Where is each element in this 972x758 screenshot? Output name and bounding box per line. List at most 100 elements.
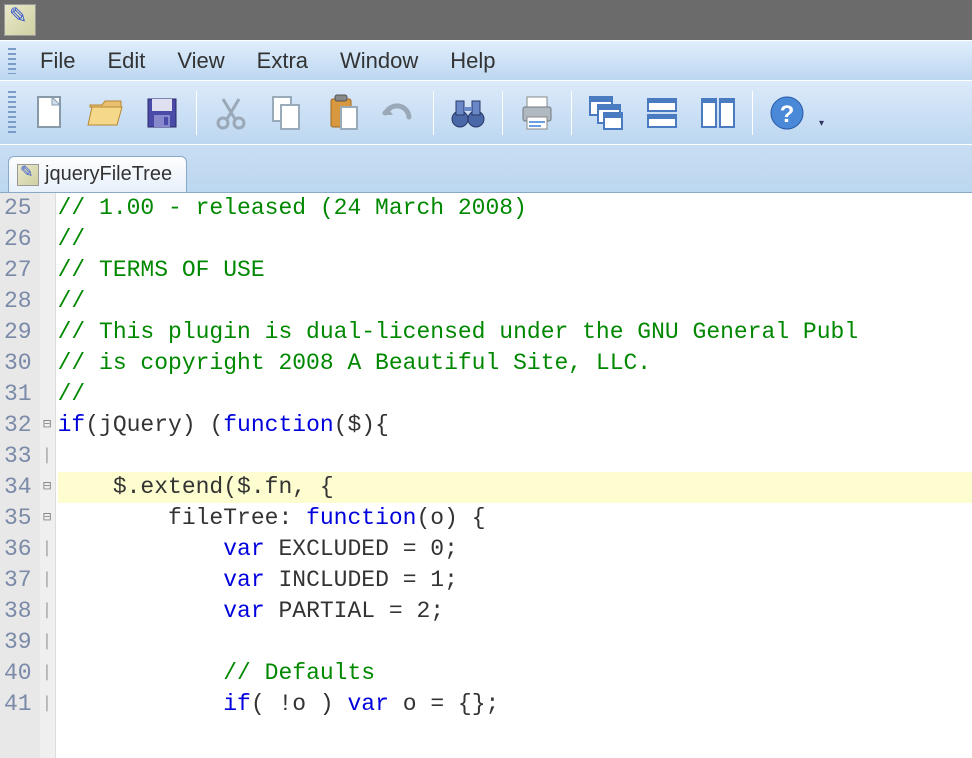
fold-marker[interactable]: ⊟: [40, 503, 55, 534]
help-button[interactable]: ?: [761, 87, 813, 139]
file-tab-icon: [17, 164, 39, 186]
code-line[interactable]: // TERMS OF USE: [58, 255, 972, 286]
code-area[interactable]: // 1.00 - released (24 March 2008)//// T…: [56, 193, 972, 758]
fold-marker[interactable]: ⊟: [40, 472, 55, 503]
menubar: File Edit View Extra Window Help: [0, 40, 972, 80]
toolbar-sep: [502, 91, 503, 135]
fold-marker: [40, 286, 55, 317]
toolbar-grip[interactable]: [8, 91, 16, 135]
code-line[interactable]: var INCLUDED = 1;: [58, 565, 972, 596]
code-line[interactable]: //: [58, 224, 972, 255]
code-line[interactable]: fileTree: function(o) {: [58, 503, 972, 534]
fold-marker: [40, 193, 55, 224]
line-number[interactable]: 26: [4, 224, 32, 255]
code-line[interactable]: var PARTIAL = 2;: [58, 596, 972, 627]
open-button[interactable]: [80, 87, 132, 139]
cascade-windows-icon: [586, 93, 626, 133]
line-number[interactable]: 25: [4, 193, 32, 224]
code-line[interactable]: var EXCLUDED = 0;: [58, 534, 972, 565]
fold-marker: [40, 224, 55, 255]
titlebar[interactable]: [0, 0, 972, 40]
binoculars-icon: [448, 93, 488, 133]
code-line[interactable]: // 1.00 - released (24 March 2008): [58, 193, 972, 224]
tile-horizontal-icon: [642, 93, 682, 133]
copy-icon: [267, 93, 307, 133]
print-icon: [517, 93, 557, 133]
help-icon: ?: [767, 93, 807, 133]
toolbar-sep: [433, 91, 434, 135]
code-line[interactable]: // This plugin is dual-licensed under th…: [58, 317, 972, 348]
fold-marker: [40, 348, 55, 379]
new-file-icon: [30, 93, 70, 133]
line-number[interactable]: 39: [4, 627, 32, 658]
copy-button[interactable]: [261, 87, 313, 139]
code-line[interactable]: //: [58, 379, 972, 410]
fold-marker: │: [40, 627, 55, 658]
menu-edit[interactable]: Edit: [91, 44, 161, 78]
line-number[interactable]: 34: [4, 472, 32, 503]
code-line[interactable]: [58, 627, 972, 658]
code-line[interactable]: $.extend($.fn, {: [58, 472, 972, 503]
save-button[interactable]: [136, 87, 188, 139]
save-icon: [142, 93, 182, 133]
code-line[interactable]: //: [58, 286, 972, 317]
line-number[interactable]: 40: [4, 658, 32, 689]
line-number[interactable]: 35: [4, 503, 32, 534]
fold-marker: │: [40, 596, 55, 627]
menu-help[interactable]: Help: [434, 44, 511, 78]
line-number[interactable]: 28: [4, 286, 32, 317]
menu-extra[interactable]: Extra: [241, 44, 324, 78]
menu-file[interactable]: File: [24, 44, 91, 78]
code-line[interactable]: if( !o ) var o = {};: [58, 689, 972, 720]
tabbar: jqueryFileTree: [0, 144, 972, 192]
menubar-grip[interactable]: [8, 48, 16, 74]
code-editor[interactable]: 2526272829303132333435363738394041 ⊟│⊟⊟│…: [0, 192, 972, 758]
fold-marker: [40, 255, 55, 286]
file-tab[interactable]: jqueryFileTree: [8, 156, 187, 192]
tile-vertical-icon: [698, 93, 738, 133]
fold-marker: │: [40, 441, 55, 472]
menu-window[interactable]: Window: [324, 44, 434, 78]
cut-icon: [211, 93, 251, 133]
code-line[interactable]: [58, 441, 972, 472]
toolbar-sep: [752, 91, 753, 135]
paste-button[interactable]: [317, 87, 369, 139]
fold-marker: │: [40, 534, 55, 565]
open-folder-icon: [86, 93, 126, 133]
menu-view[interactable]: View: [161, 44, 240, 78]
file-tab-label: jqueryFileTree: [45, 163, 172, 186]
toolbar: ?: [0, 80, 972, 144]
code-line[interactable]: if(jQuery) (function($){: [58, 410, 972, 441]
tile-horizontal-button[interactable]: [636, 87, 688, 139]
fold-marker[interactable]: ⊟: [40, 410, 55, 441]
code-line[interactable]: // Defaults: [58, 658, 972, 689]
line-number[interactable]: 38: [4, 596, 32, 627]
new-button[interactable]: [24, 87, 76, 139]
line-number[interactable]: 29: [4, 317, 32, 348]
line-number[interactable]: 31: [4, 379, 32, 410]
line-number[interactable]: 41: [4, 689, 32, 720]
line-number[interactable]: 32: [4, 410, 32, 441]
tile-vertical-button[interactable]: [692, 87, 744, 139]
cascade-button[interactable]: [580, 87, 632, 139]
fold-marker: │: [40, 565, 55, 596]
code-line[interactable]: // is copyright 2008 A Beautiful Site, L…: [58, 348, 972, 379]
fold-marker: │: [40, 689, 55, 720]
undo-icon: [379, 93, 419, 133]
fold-marker: [40, 379, 55, 410]
toolbar-sep: [571, 91, 572, 135]
line-number[interactable]: 33: [4, 441, 32, 472]
app-icon: [4, 4, 36, 36]
line-number[interactable]: 37: [4, 565, 32, 596]
line-gutter[interactable]: 2526272829303132333435363738394041: [0, 193, 40, 758]
undo-button[interactable]: [373, 87, 425, 139]
fold-gutter[interactable]: ⊟│⊟⊟││││││: [40, 193, 56, 758]
line-number[interactable]: 36: [4, 534, 32, 565]
toolbar-overflow[interactable]: [819, 87, 831, 139]
line-number[interactable]: 27: [4, 255, 32, 286]
line-number[interactable]: 30: [4, 348, 32, 379]
print-button[interactable]: [511, 87, 563, 139]
cut-button[interactable]: [205, 87, 257, 139]
svg-text:?: ?: [780, 101, 795, 128]
find-button[interactable]: [442, 87, 494, 139]
